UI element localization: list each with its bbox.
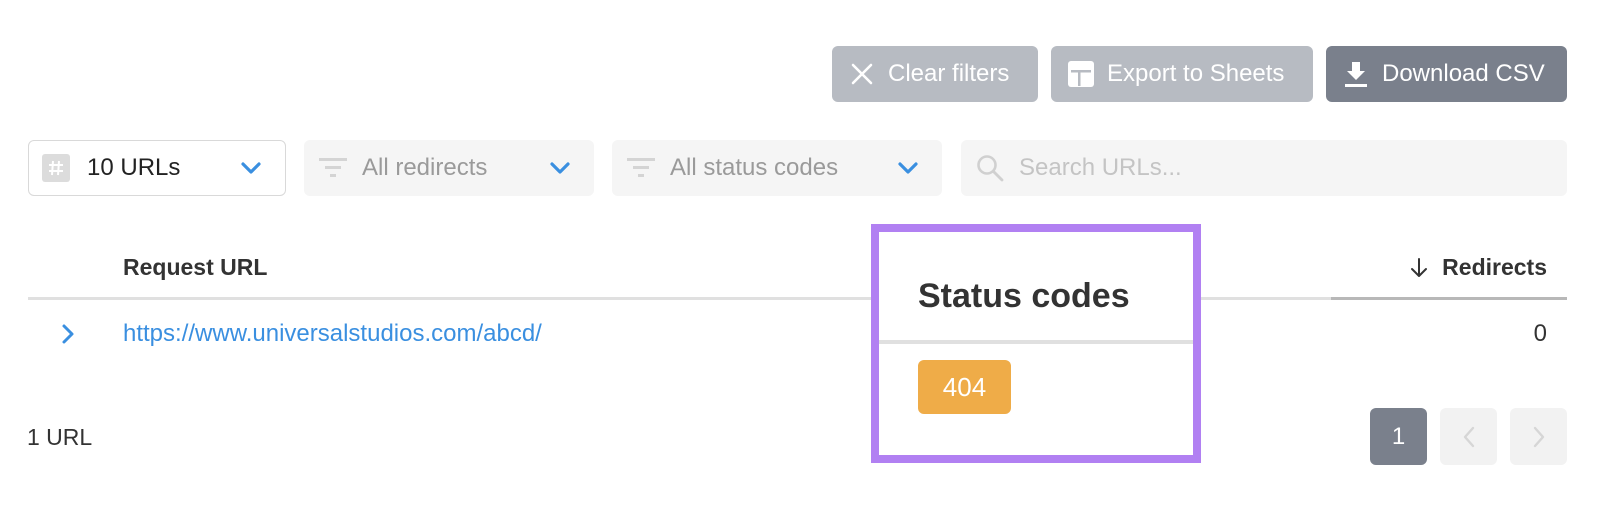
download-csv-button[interactable]: Download CSV: [1326, 46, 1567, 102]
search-box: [961, 140, 1567, 196]
status-codes-filter-select[interactable]: All status codes: [612, 140, 942, 196]
redirects-filter-select[interactable]: All redirects: [304, 140, 594, 196]
chevron-down-icon: [548, 156, 572, 180]
filter-icon: [626, 156, 656, 180]
redirects-filter-value: All redirects: [362, 154, 488, 181]
clear-filters-label: Clear filters: [888, 60, 1010, 87]
download-icon: [1342, 60, 1370, 88]
download-csv-label: Download CSV: [1382, 60, 1545, 87]
chevron-down-icon: [239, 156, 263, 180]
status-codes-filter-value: All status codes: [670, 154, 839, 181]
urls-table: Request URL Redirects https://www.univer…: [28, 230, 1567, 368]
filter-icon: [318, 156, 348, 180]
request-url-link[interactable]: https://www.universalstudios.com/abcd/: [123, 320, 542, 348]
status-code-badge: 404: [918, 360, 1011, 414]
filters-row: 10 URLs All redirects All status codes: [28, 140, 1567, 196]
column-header-request-url[interactable]: Request URL: [123, 254, 267, 281]
export-to-sheets-button[interactable]: Export to Sheets: [1051, 46, 1313, 102]
chevron-right-icon: [1533, 426, 1544, 447]
hash-icon: [42, 154, 70, 182]
close-icon: [848, 60, 876, 88]
sheets-icon: [1067, 60, 1095, 88]
url-count: 1 URL: [27, 424, 93, 450]
export-to-sheets-label: Export to Sheets: [1107, 60, 1285, 87]
column-header-status-codes[interactable]: Status codes: [918, 277, 1130, 316]
next-page-button[interactable]: [1510, 408, 1567, 465]
page-button-1[interactable]: 1: [1370, 408, 1427, 465]
header-divider: [879, 340, 1193, 344]
table-row: https://www.universalstudios.com/abcd/ 0: [28, 300, 1567, 368]
urls-count-select[interactable]: 10 URLs: [28, 140, 286, 196]
redirects-header-label: Redirects: [1442, 254, 1547, 280]
page: Clear filters Export to Sheets Download …: [0, 0, 1600, 526]
column-header-redirects[interactable]: Redirects: [1410, 254, 1547, 281]
chevron-down-icon: [896, 156, 920, 180]
redirects-count: 0: [1533, 320, 1547, 347]
chevron-right-icon[interactable]: [56, 320, 80, 348]
urls-count-value: 10 URLs: [87, 154, 181, 181]
status-codes-highlight: Status codes 404: [871, 224, 1201, 463]
toolbar: Clear filters Export to Sheets Download …: [832, 46, 1567, 102]
sort-descending-icon: [1410, 257, 1428, 278]
chevron-left-icon: [1463, 426, 1474, 447]
search-icon: [975, 153, 1005, 183]
table-header: Request URL Redirects: [28, 230, 1567, 300]
clear-filters-button[interactable]: Clear filters: [832, 46, 1038, 102]
previous-page-button[interactable]: [1440, 408, 1497, 465]
search-input[interactable]: [1019, 154, 1567, 182]
pagination: 1: [1370, 408, 1567, 465]
